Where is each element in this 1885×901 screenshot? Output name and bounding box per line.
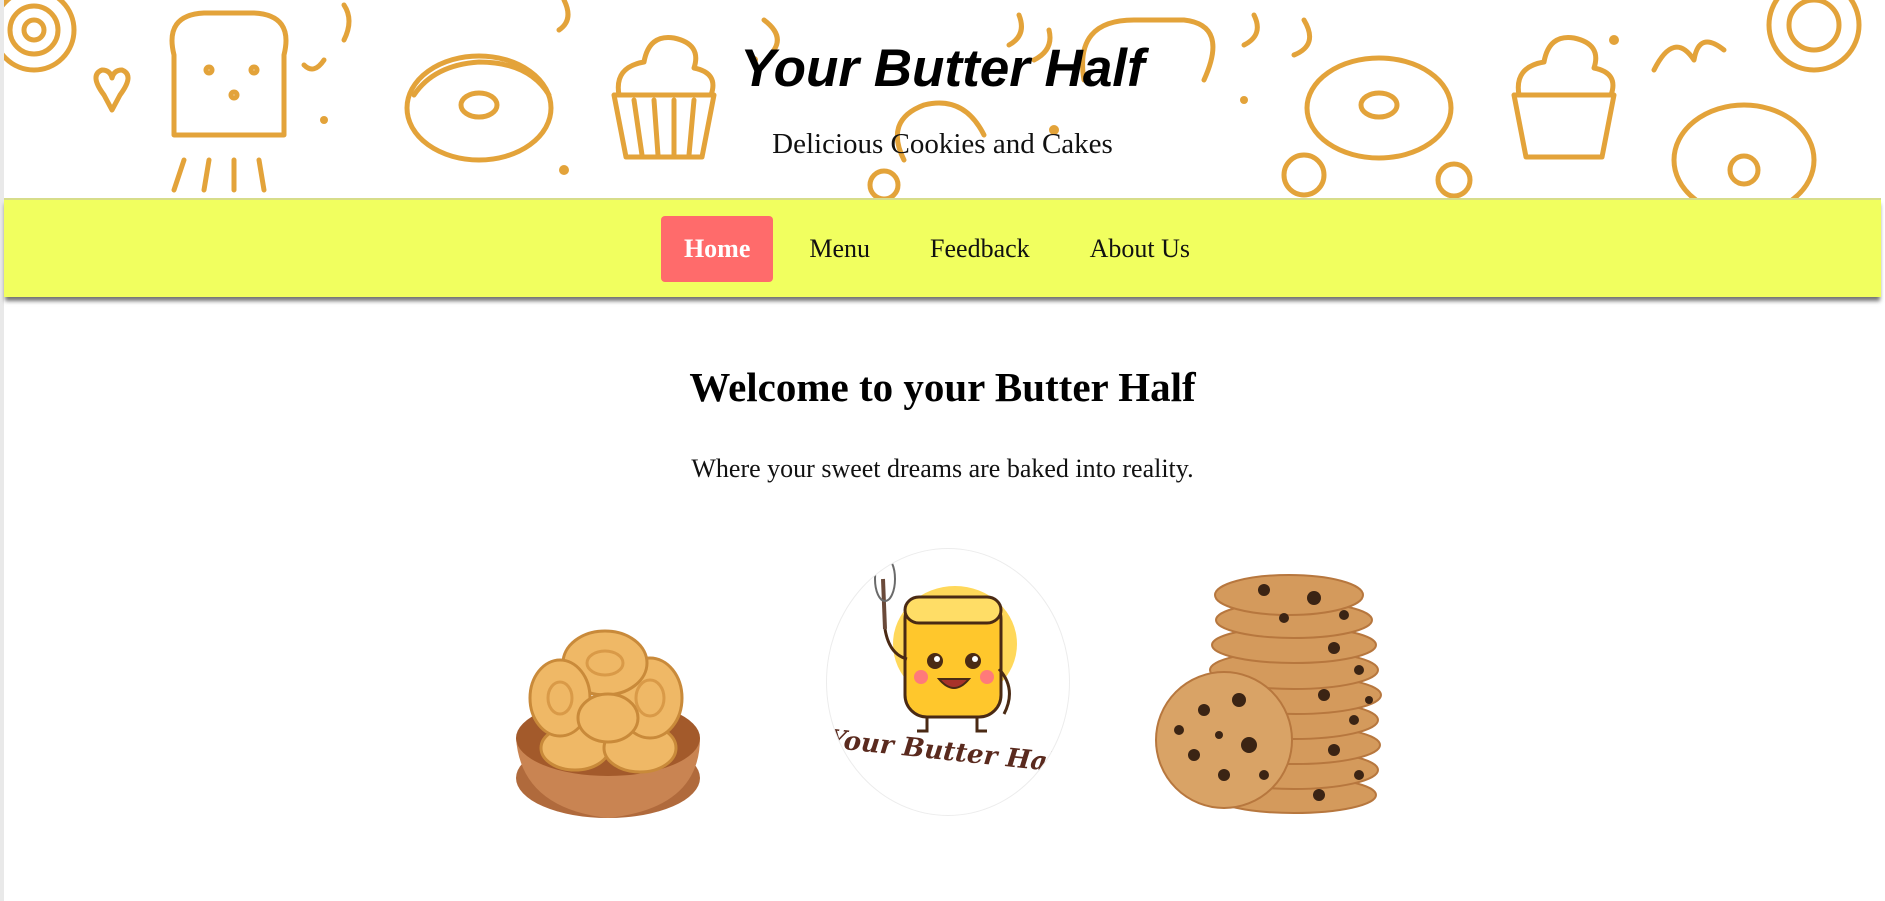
site-header: Your Butter Half Delicious Cookies and C… [4,0,1881,198]
site-subtitle: Delicious Cookies and Cakes [772,128,1113,160]
nav-item-feedback[interactable]: Feedback [906,216,1054,282]
site-title: Your Butter Half [740,39,1145,98]
nav-item-menu[interactable]: Menu [785,216,894,282]
image-gallery: Your Butter Half [4,548,1881,828]
tagline: Where your sweet dreams are baked into r… [691,454,1194,483]
nav-list: Home Menu Feedback About Us [660,215,1214,282]
main-content: Welcome to your Butter Half Where your s… [4,297,1881,484]
page: Your Butter Half Delicious Cookies and C… [0,0,1881,901]
doodle-background [4,0,1862,198]
welcome-heading: Welcome to your Butter Half [689,364,1196,410]
nav-item-home[interactable]: Home [660,215,774,282]
chocolate-chip-cookies-image [1144,570,1389,818]
logo-image: Your Butter Half [826,548,1070,816]
butter-cookies-bowl-image [500,578,720,823]
nav-item-about-us[interactable]: About Us [1066,216,1214,282]
main-nav: Home Menu Feedback About Us [4,198,1881,297]
